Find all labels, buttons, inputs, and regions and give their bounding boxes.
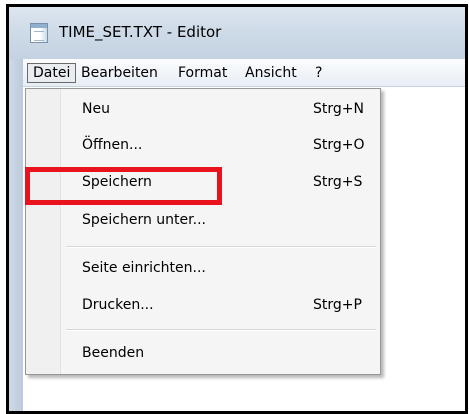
menu-item-shortcut: Strg+S [313,174,363,190]
menu-item-label: Seite einrichten... [82,260,206,276]
highlight-annotation-box [25,167,222,205]
menu-item-seite-einrichten[interactable]: Seite einrichten... [60,254,378,282]
menu-help[interactable]: ? [310,63,327,83]
notepad-icon [30,23,48,43]
menu-item-label: Beenden [82,345,145,361]
menu-ansicht[interactable]: Ansicht [240,63,302,83]
menu-item-speichern-unter[interactable]: Speichern unter... [60,206,378,234]
menu-item-beenden[interactable]: Beenden [60,339,378,367]
menu-item-shortcut: Strg+N [313,101,364,117]
menu-item-shortcut: Strg+P [313,297,362,313]
menu-datei[interactable]: Datei [27,63,77,83]
menu-item-label: Öffnen... [82,137,143,153]
window-title: TIME_SET.TXT - Editor [59,23,222,41]
window-frame-left [9,59,23,411]
menu-format[interactable]: Format [173,63,232,83]
menu-item-drucken[interactable]: Drucken... Strg+P [60,291,378,319]
menu-item-label: Neu [82,101,110,117]
menu-item-oeffnen[interactable]: Öffnen... Strg+O [60,131,378,159]
menu-item-shortcut: Strg+O [313,137,365,153]
title-bar[interactable]: TIME_SET.TXT - Editor [9,7,465,59]
menu-separator [66,329,376,331]
menu-bearbeiten[interactable]: Bearbeiten [76,63,163,83]
menu-item-neu[interactable]: Neu Strg+N [60,95,378,123]
menu-separator [66,246,376,248]
file-menu-dropdown: Neu Strg+N Öffnen... Strg+O Speichern St… [25,88,381,375]
menu-icon-gutter [26,89,61,374]
menu-bar: Datei Bearbeiten Format Ansicht ? [23,59,465,87]
menu-item-label: Speichern unter... [82,212,206,228]
menu-item-label: Drucken... [82,297,154,313]
